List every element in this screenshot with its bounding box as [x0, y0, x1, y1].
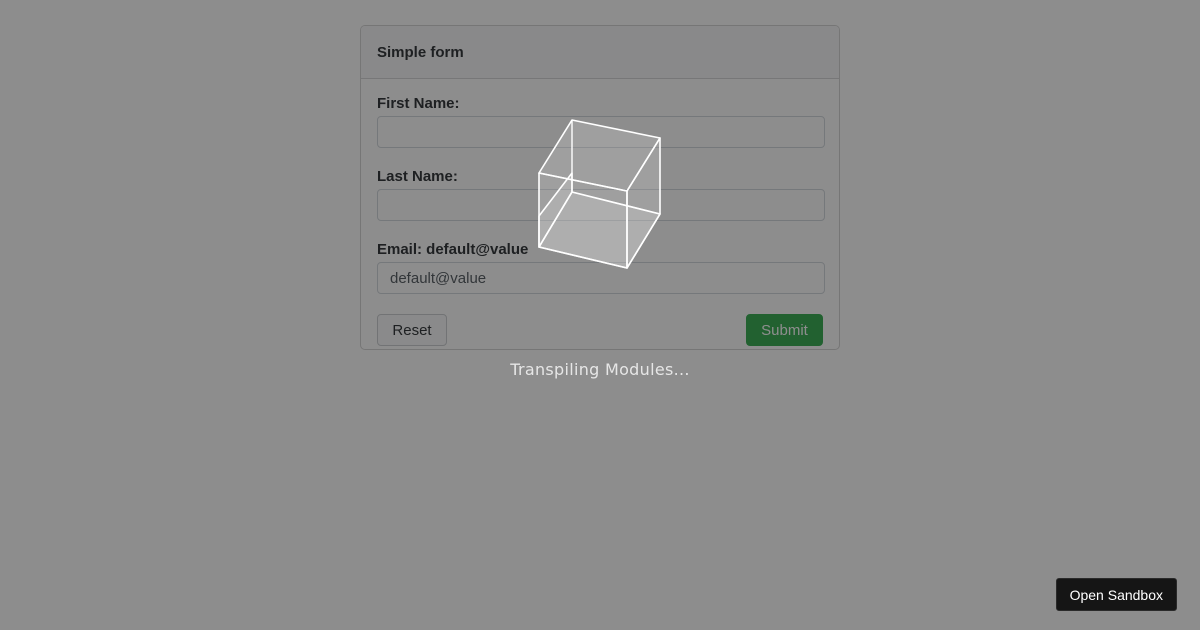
loading-status-text: Transpiling Modules... — [510, 360, 690, 379]
page: Simple form First Name: Last Name: Email… — [0, 0, 1200, 630]
loading-overlay: Transpiling Modules... — [0, 0, 1200, 630]
open-sandbox-button[interactable]: Open Sandbox — [1055, 578, 1177, 611]
cube-icon — [538, 119, 661, 269]
